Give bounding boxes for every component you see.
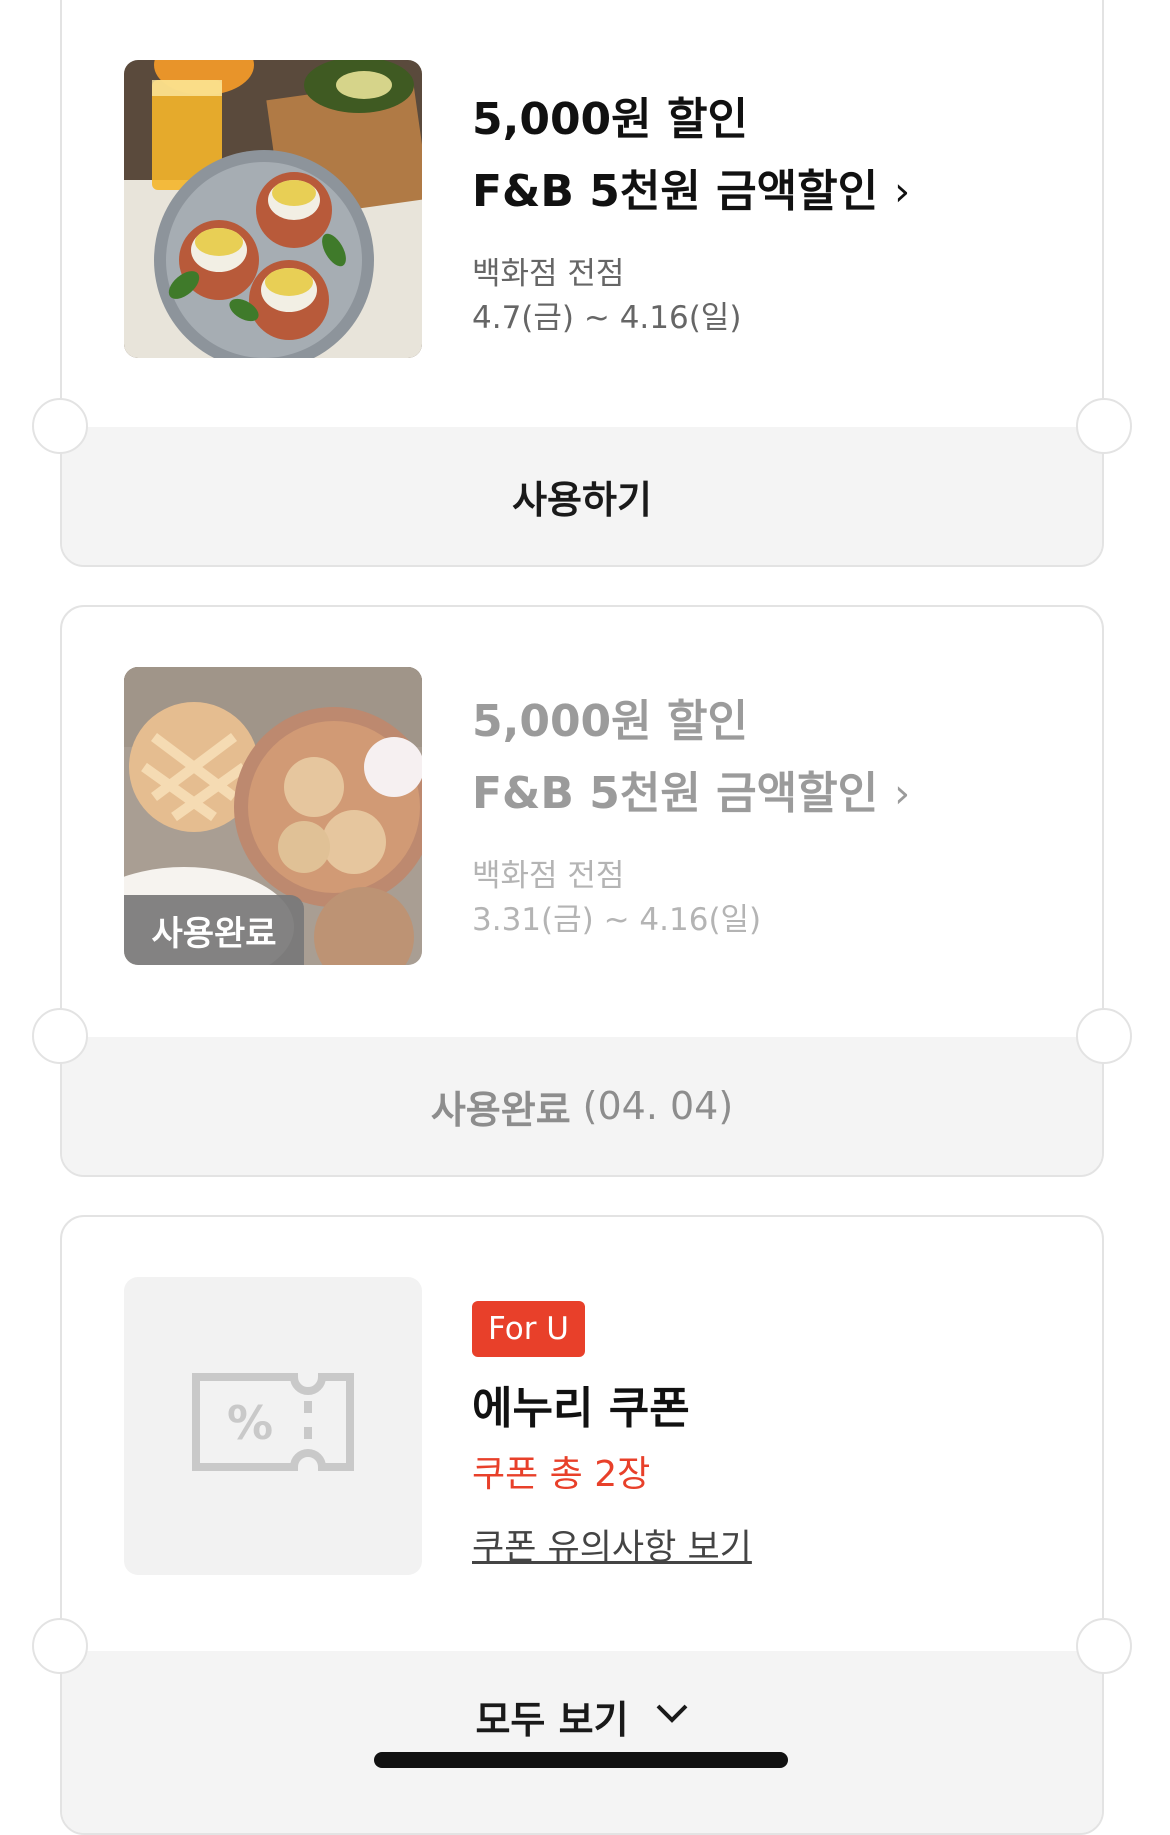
coupon-name-link[interactable]: F&B 5천원 금액할인 › [472,162,1082,222]
coupon-location: 백화점 전점 [472,858,625,894]
used-status-label: 사용완료 [430,1087,571,1132]
coupon-name: F&B 5천원 금액할인 [472,768,879,819]
coupon-card-3: % For U 에누리 쿠폰 쿠폰 총 2장 쿠폰 유의사항 보기 모두 보기 [60,1215,1104,1835]
coupon-count: 쿠폰 총 2장 [472,1454,651,1495]
see-all-button[interactable]: 모두 보기 [62,1651,1102,1833]
coupon-period: 3.31(금) ~ 4.16(일) [472,902,762,938]
see-all-label: 모두 보기 [475,1698,629,1742]
ticket-notch [1076,398,1132,454]
coupon-discount: 5,000원 할인 [472,696,748,747]
coupon-discount: 5,000원 할인 [472,94,748,145]
coupon-period: 4.7(금) ~ 4.16(일) [472,300,742,336]
coupon-image: 사용완료 [124,667,422,965]
coupon-ticket-icon: % [192,1373,354,1471]
chevron-right-icon: › [894,771,911,817]
use-coupon-button[interactable]: 사용하기 [62,427,1102,565]
used-badge: 사용완료 [124,895,304,965]
used-status: 사용완료 (04. 04) [62,1037,1102,1175]
coupon-name: F&B 5천원 금액할인 [472,166,879,217]
ticket-notch [32,398,88,454]
ticket-notch [32,1008,88,1064]
ticket-notch [32,1618,88,1674]
svg-text:%: % [227,1396,273,1450]
coupon-title: 에누리 쿠폰 [472,1383,690,1434]
ticket-notch [1076,1008,1132,1064]
chevron-down-icon [656,1704,687,1723]
home-indicator [374,1752,788,1768]
coupon-name-link[interactable]: F&B 5천원 금액할인 › [472,764,1082,824]
chevron-right-icon: › [894,169,911,215]
coupon-card-2: 사용완료 5,000원 할인 F&B 5천원 금액할인 › 백화점 전점 3.3… [60,605,1104,1177]
coupon-image: % [124,1277,422,1575]
ticket-notch [1076,1618,1132,1674]
coupon-location: 백화점 전점 [472,256,625,292]
coupon-image [124,60,422,358]
coupon-notice-link[interactable]: 쿠폰 유의사항 보기 [472,1519,1082,1570]
coupon-card-1: 5,000원 할인 F&B 5천원 금액할인 › 백화점 전점 4.7(금) ~… [60,0,1104,567]
eggs-benedict-photo [124,60,422,358]
used-status-date: (04. 04) [582,1084,734,1128]
for-u-tag: For U [472,1301,585,1357]
